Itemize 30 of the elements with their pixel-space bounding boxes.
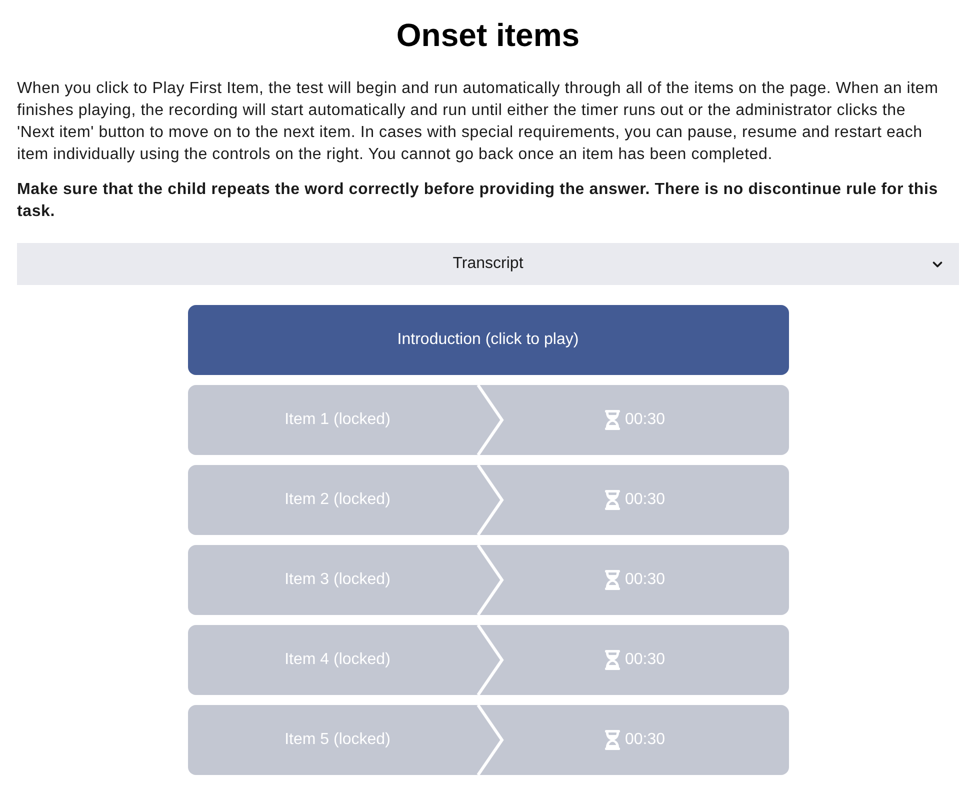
transcript-toggle[interactable]: Transcript [17,243,959,285]
note-paragraph: Make sure that the child repeats the word correctly before providing the answer. There is no discontinue rule for this task. [17,180,939,222]
hourglass-icon [604,490,620,510]
item-row[interactable]: Item 5 (locked) 00:30 [188,705,788,775]
item-timer: 00:30 [624,570,666,590]
hourglass-icon [604,730,620,750]
item-label: Item 3 (locked) [284,570,390,590]
item-row[interactable]: Item 1 (locked) 00:30 [188,385,788,455]
hourglass-icon [604,410,620,430]
hourglass-icon [604,650,620,670]
page-title: Onset items [395,16,581,55]
instructions-paragraph: When you click to Play First Item, the test will begin and run automatically through all of the items on the page. When an item finishes playing, the recording will start automatically and run until either the timer runs out or the administrator clicks the 'Next item' button to move on to the next item. In cases with special requirements, you can pause, resume and restart each item individually using the controls on the right. You cannot go back once an item has been completed. [17,79,940,165]
item-label: Item 2 (locked) [284,490,390,510]
chevron-divider-icon [476,705,504,775]
hourglass-icon [604,570,620,590]
chevron-divider-icon [476,625,504,695]
item-timer: 00:30 [624,410,666,430]
item-timer: 00:30 [624,650,666,670]
chevron-divider-icon [476,465,504,535]
introduction-button[interactable]: Introduction (click to play) [188,305,788,375]
item-timer: 00:30 [624,490,666,510]
item-label: Item 1 (locked) [284,410,390,430]
item-row[interactable]: Item 3 (locked) 00:30 [188,545,788,615]
item-row[interactable]: Item 4 (locked) 00:30 [188,625,788,695]
chevron-divider-icon [476,545,504,615]
item-timer: 00:30 [624,730,666,750]
item-label: Item 5 (locked) [284,730,390,750]
chevron-divider-icon [476,385,504,455]
item-row[interactable]: Item 2 (locked) 00:30 [188,465,788,535]
item-label: Item 4 (locked) [284,650,390,670]
